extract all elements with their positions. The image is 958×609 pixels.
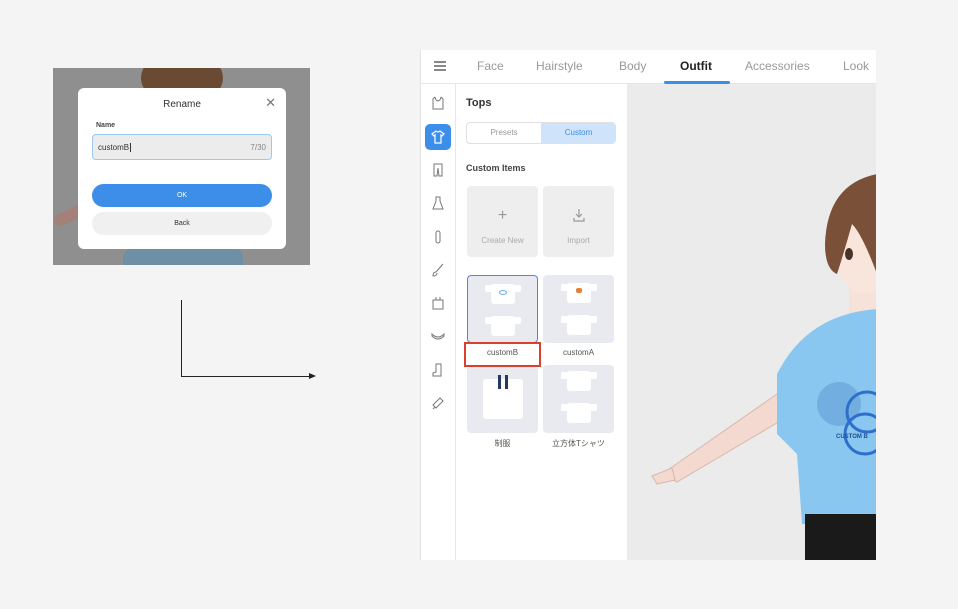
- avatar-preview-viewport[interactable]: CUSTOM B: [627, 84, 876, 560]
- tshirt-icon[interactable]: [425, 124, 451, 150]
- avatar-shirt-background: [123, 248, 243, 265]
- shirt-print-text: CUSTOM B: [836, 434, 868, 440]
- name-field-label: Name: [96, 122, 116, 129]
- arrow-line-vertical: [181, 300, 182, 377]
- shirt-back-thumbnail: [560, 315, 597, 335]
- item-label: 制服: [494, 439, 511, 448]
- dialog-title: Rename: [163, 99, 201, 110]
- accessory-icon[interactable]: [425, 390, 451, 416]
- shirt-back-thumbnail: [484, 316, 521, 336]
- tab-accessories[interactable]: Accessories: [745, 59, 810, 73]
- ok-button[interactable]: OK: [92, 184, 272, 207]
- custom-item-customB[interactable]: [467, 275, 538, 343]
- tab-outfit[interactable]: Outfit: [680, 59, 712, 73]
- name-input[interactable]: customB 7/30: [92, 134, 272, 160]
- back-button[interactable]: Back: [92, 212, 272, 235]
- bag-icon[interactable]: [425, 290, 451, 316]
- plus-icon: +: [497, 207, 508, 224]
- rename-dialog-thumbnail: Rename ✕ Name customB 7/30 OK Back: [53, 68, 310, 265]
- hamburger-icon[interactable]: [434, 61, 446, 71]
- collar-icon: [498, 375, 508, 389]
- rename-dialog: Rename ✕ Name customB 7/30 OK Back: [78, 88, 286, 249]
- avatar-model: [651, 174, 876, 560]
- pants-icon[interactable]: [425, 157, 451, 183]
- char-count: 7/30: [250, 143, 266, 152]
- text-caret: [130, 143, 132, 153]
- create-new-button[interactable]: + Create New: [467, 186, 538, 257]
- item-label: 立方体Tシャツ: [552, 439, 605, 448]
- boot-icon[interactable]: [425, 357, 451, 383]
- import-label: Import: [567, 236, 590, 245]
- highlight-box: [464, 342, 541, 367]
- tab-face[interactable]: Face: [477, 59, 504, 73]
- screenshot-composite: Rename ✕ Name customB 7/30 OK Back Face …: [0, 0, 958, 609]
- arrow-line-horizontal: [181, 376, 309, 377]
- custom-item-customA[interactable]: [543, 275, 614, 343]
- logo-icon: [499, 290, 507, 295]
- avatar-editor-window: Face Hairstyle Body Outfit Accessories L…: [420, 50, 876, 560]
- shoe-icon[interactable]: [425, 323, 451, 349]
- custom-item-cube-tshirt[interactable]: [543, 365, 614, 433]
- dress-icon[interactable]: [425, 190, 451, 216]
- vest-icon[interactable]: [425, 90, 451, 116]
- arrow-head-icon: [309, 373, 316, 379]
- item-label: customA: [562, 348, 595, 357]
- import-icon: [543, 208, 614, 226]
- shirt-front-thumbnail: [560, 283, 597, 303]
- sock-icon[interactable]: [425, 224, 451, 250]
- import-button[interactable]: Import: [543, 186, 614, 257]
- tab-hairstyle[interactable]: Hairstyle: [536, 59, 583, 73]
- shirt-back-thumbnail: [560, 403, 597, 423]
- tab-body[interactable]: Body: [619, 59, 646, 73]
- category-tab-bar: Face Hairstyle Body Outfit Accessories L…: [421, 50, 876, 84]
- outfit-category-sidebar: [421, 84, 456, 560]
- tops-panel: Tops Presets Custom Custom Items + Creat…: [456, 84, 627, 560]
- logo-icon: [576, 288, 582, 293]
- segment-presets[interactable]: Presets: [467, 123, 541, 143]
- name-input-value: customB: [98, 143, 132, 153]
- section-title: Custom Items: [466, 163, 526, 173]
- brush-icon[interactable]: [425, 257, 451, 283]
- shirt-front-thumbnail: [560, 371, 597, 391]
- custom-item-uniform[interactable]: [467, 365, 538, 433]
- create-new-label: Create New: [481, 236, 524, 245]
- presets-custom-toggle: Presets Custom: [466, 122, 616, 144]
- close-icon[interactable]: ✕: [265, 96, 276, 110]
- panel-title: Tops: [466, 97, 492, 109]
- tab-look[interactable]: Look: [843, 59, 869, 73]
- segment-custom[interactable]: Custom: [541, 123, 615, 143]
